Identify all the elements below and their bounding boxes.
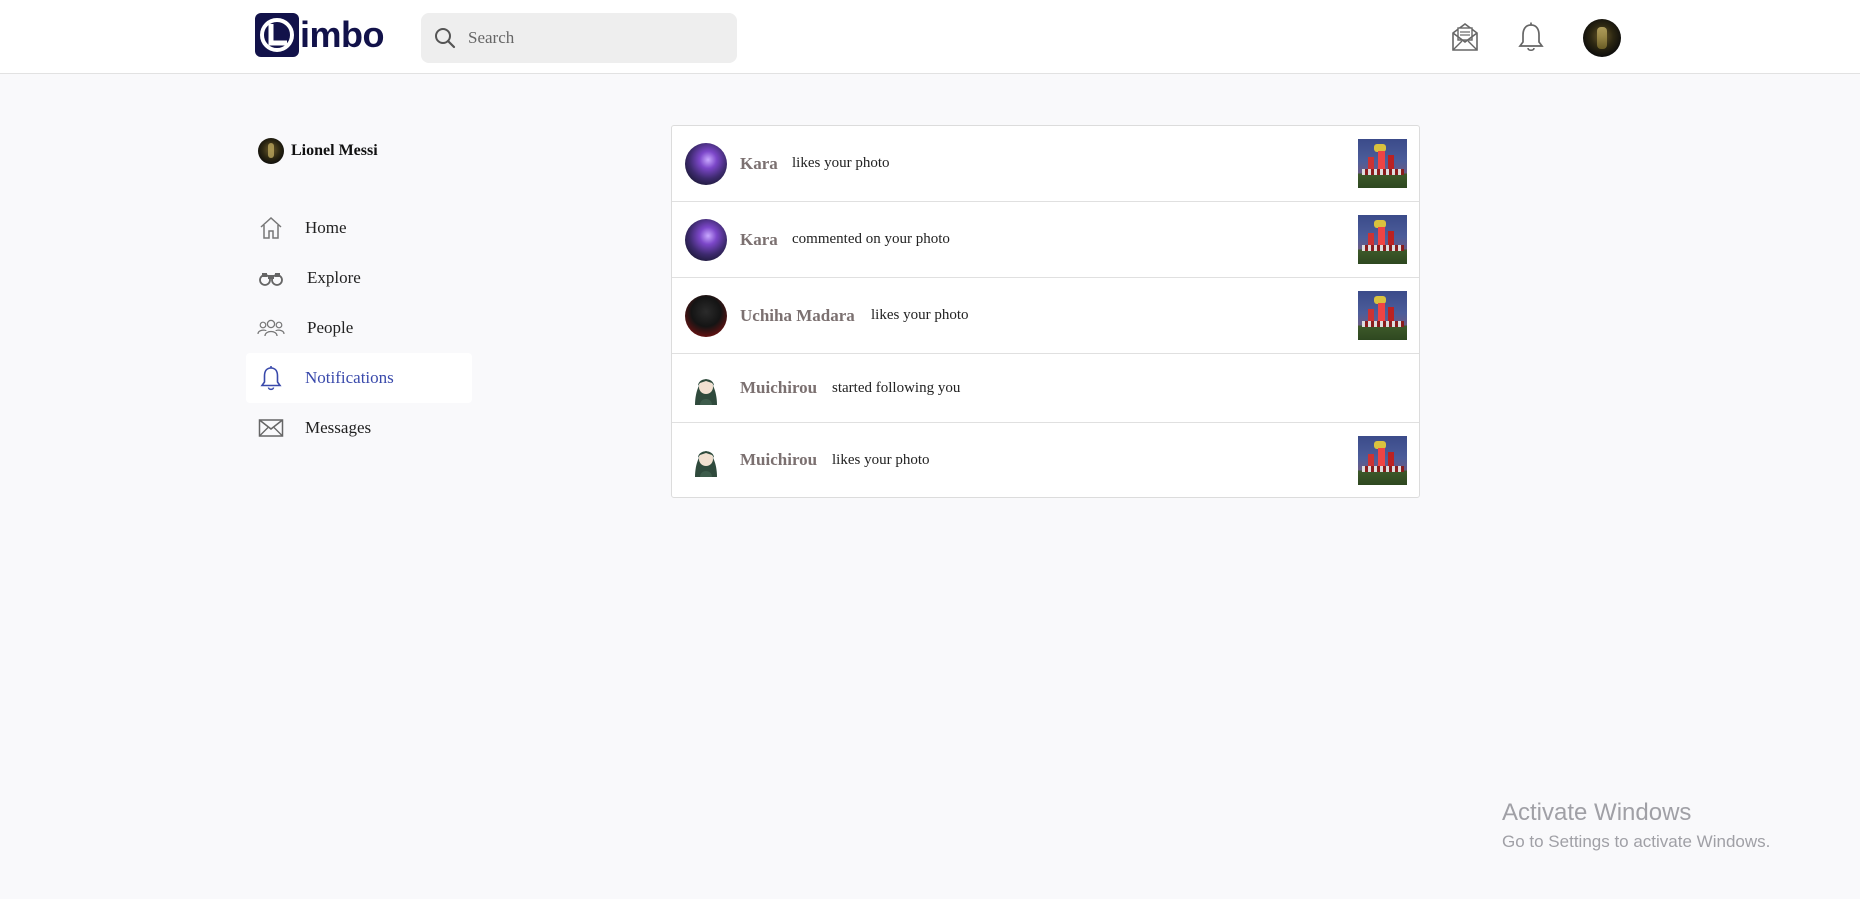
people-icon bbox=[257, 314, 285, 342]
sidebar-profile[interactable]: Lionel Messi bbox=[258, 138, 378, 164]
notification-text: likes your photo bbox=[792, 155, 890, 171]
search-icon bbox=[432, 25, 458, 51]
notification-text: likes your photo bbox=[871, 307, 969, 323]
logo[interactable]: imbo bbox=[255, 11, 385, 59]
user-avatar[interactable] bbox=[685, 367, 727, 409]
watermark-title: Activate Windows bbox=[1502, 799, 1692, 826]
user-avatar[interactable] bbox=[685, 294, 727, 337]
search-input[interactable] bbox=[466, 27, 720, 49]
notification-item[interactable]: Kara likes your photo bbox=[672, 126, 1419, 202]
notification-item[interactable]: Kara commented on your photo bbox=[672, 202, 1419, 278]
notification-user-name[interactable]: Kara bbox=[740, 154, 778, 174]
user-avatar[interactable] bbox=[685, 142, 727, 185]
sidebar-item-home[interactable]: Home bbox=[246, 203, 472, 253]
search-box[interactable] bbox=[421, 13, 737, 63]
bell-icon[interactable] bbox=[1514, 19, 1548, 55]
notification-user-name[interactable]: Muichirou bbox=[740, 450, 817, 470]
notification-user-name[interactable]: Uchiha Madara bbox=[740, 306, 855, 326]
notification-user-name[interactable]: Kara bbox=[740, 230, 778, 250]
avatar-figure bbox=[1597, 27, 1607, 49]
sidebar-item-label: People bbox=[307, 318, 354, 337]
bell-icon bbox=[257, 364, 285, 392]
sidebar-item-label: Explore bbox=[307, 268, 361, 287]
logo-mark-icon bbox=[255, 13, 299, 57]
sidebar-item-explore[interactable]: Explore bbox=[246, 253, 472, 303]
notification-user-name[interactable]: Muichirou bbox=[740, 378, 817, 398]
envelope-icon bbox=[257, 414, 285, 442]
sidebar-nav: Home Explore People Notifications Messag… bbox=[246, 203, 472, 453]
profile-name: Lionel Messi bbox=[291, 142, 378, 159]
sidebar-item-label: Home bbox=[305, 218, 347, 237]
user-avatar[interactable] bbox=[1583, 19, 1621, 57]
activate-windows-watermark: Activate Windows Go to Settings to activ… bbox=[1502, 798, 1770, 854]
home-icon bbox=[257, 214, 285, 242]
photo-thumbnail[interactable] bbox=[1358, 215, 1407, 264]
sidebar-item-label: Notifications bbox=[305, 368, 394, 387]
binoculars-icon bbox=[257, 264, 285, 292]
notification-text: started following you bbox=[832, 379, 961, 396]
mail-open-icon[interactable] bbox=[1448, 19, 1482, 55]
notification-item[interactable]: Muichirou likes your photo bbox=[672, 423, 1419, 497]
watermark-subtitle: Go to Settings to activate Windows. bbox=[1502, 832, 1771, 851]
notification-item[interactable]: Muichirou started following you bbox=[672, 354, 1419, 423]
user-avatar[interactable] bbox=[685, 439, 727, 481]
user-avatar[interactable] bbox=[685, 218, 727, 261]
sidebar-item-people[interactable]: People bbox=[246, 303, 472, 353]
notification-text: commented on your photo bbox=[792, 231, 950, 247]
top-bar: imbo bbox=[0, 0, 1860, 74]
notification-text: likes your photo bbox=[832, 451, 930, 468]
sidebar-item-notifications[interactable]: Notifications bbox=[246, 353, 472, 403]
avatar-figure bbox=[268, 143, 274, 158]
photo-thumbnail[interactable] bbox=[1358, 139, 1407, 188]
notification-item[interactable]: Uchiha Madara likes your photo bbox=[672, 278, 1419, 354]
photo-thumbnail[interactable] bbox=[1358, 291, 1407, 340]
profile-avatar bbox=[258, 138, 284, 164]
notifications-list: Kara likes your photo Kara commented on … bbox=[671, 125, 1420, 498]
photo-thumbnail[interactable] bbox=[1358, 435, 1407, 485]
sidebar-item-label: Messages bbox=[305, 418, 372, 437]
logo-text: imbo bbox=[300, 14, 385, 55]
sidebar-item-messages[interactable]: Messages bbox=[246, 403, 472, 453]
